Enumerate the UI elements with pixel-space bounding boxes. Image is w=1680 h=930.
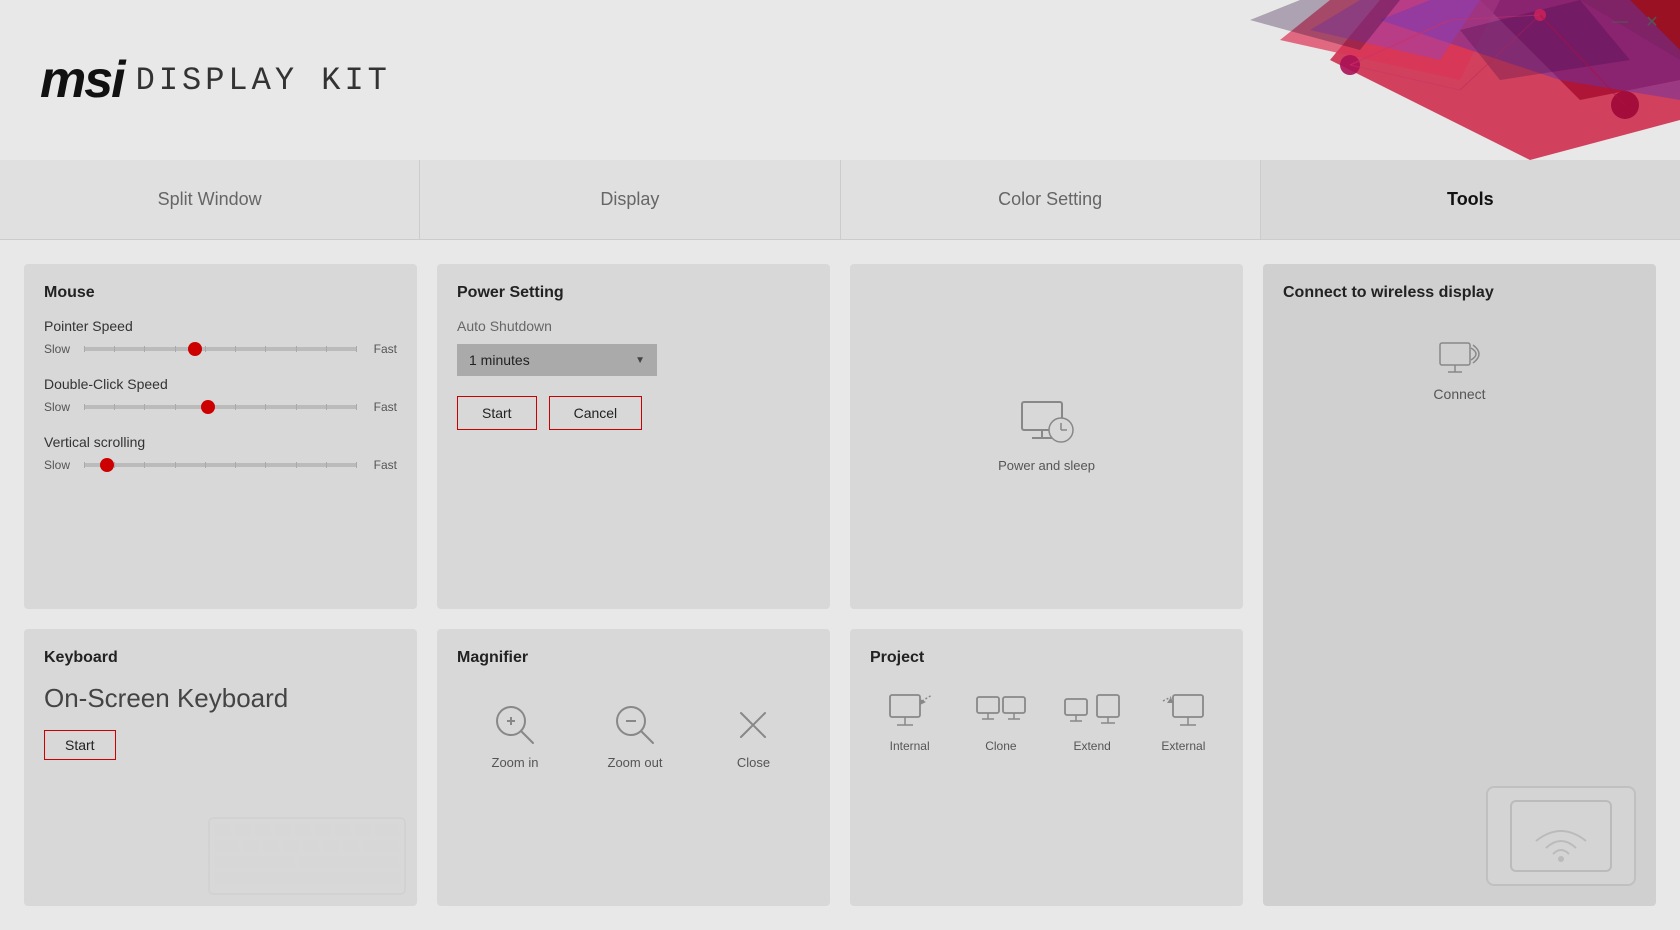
- vertical-scrolling-thumb[interactable]: [100, 458, 114, 472]
- power-btn-row: Start Cancel: [457, 396, 810, 430]
- vertical-scrolling-fast: Fast: [367, 458, 397, 472]
- zoom-in-label: Zoom in: [492, 755, 539, 770]
- keyboard-card: Keyboard On-Screen Keyboard Start: [24, 629, 417, 907]
- nav-tabs: Split Window Display Color Setting Tools: [0, 160, 1680, 240]
- mouse-card: Mouse Pointer Speed Slow: [24, 264, 417, 609]
- connect-label: Connect: [1433, 386, 1485, 402]
- vertical-scrolling-row: Slow Fast: [44, 458, 397, 472]
- dropdown-arrow-icon: ▼: [635, 355, 645, 366]
- project-card-title: Project: [870, 649, 1223, 667]
- magnifier-card: Magnifier Zoom in Zoom out: [437, 629, 830, 907]
- project-clone-label: Clone: [985, 739, 1016, 753]
- project-extend-label: Extend: [1073, 739, 1110, 753]
- connect-area: Connect: [1283, 318, 1636, 422]
- power-cancel-button[interactable]: Cancel: [549, 396, 643, 430]
- zoom-in-icon: [493, 703, 537, 747]
- pointer-speed-label: Pointer Speed: [44, 318, 397, 334]
- on-screen-keyboard-label: On-Screen Keyboard: [44, 683, 397, 714]
- wireless-tablet-icon: [1501, 796, 1621, 876]
- tab-tools[interactable]: Tools: [1261, 160, 1680, 239]
- double-click-speed-slow: Slow: [44, 400, 74, 414]
- project-extend-icon: [1063, 693, 1121, 731]
- main-content: Mouse Pointer Speed Slow: [0, 240, 1680, 930]
- magnifier-close-label: Close: [737, 755, 770, 770]
- magnifier-icons: Zoom in Zoom out Close: [457, 683, 810, 790]
- magnifier-close-button[interactable]: Close: [731, 703, 775, 770]
- wireless-display-icon: [1435, 338, 1485, 378]
- double-click-speed-track[interactable]: [84, 405, 357, 409]
- wireless-tablet-box: [1486, 786, 1636, 886]
- tab-split-window[interactable]: Split Window: [0, 160, 420, 239]
- tab-display[interactable]: Display: [420, 160, 840, 239]
- project-internal-icon: [886, 693, 934, 731]
- project-external-label: External: [1161, 739, 1205, 753]
- power-card: Power Setting Auto Shutdown 1 minutes ▼ …: [437, 264, 830, 609]
- project-internal-label: Internal: [890, 739, 930, 753]
- magnifier-card-title: Magnifier: [457, 649, 810, 667]
- pointer-speed-group: Pointer Speed Slow: [44, 318, 397, 356]
- title-bar: — ✕: [1592, 0, 1680, 44]
- vertical-scrolling-slow: Slow: [44, 458, 74, 472]
- zoom-in-button[interactable]: Zoom in: [492, 703, 539, 770]
- logo-msi: msi: [40, 50, 124, 110]
- zoom-out-label: Zoom out: [608, 755, 663, 770]
- pointer-speed-fast: Fast: [367, 342, 397, 356]
- project-icons: Internal Clone: [870, 683, 1223, 763]
- pointer-speed-row: Slow Fast: [44, 342, 397, 356]
- double-click-speed-group: Double-Click Speed Slow: [44, 376, 397, 414]
- project-external-button[interactable]: External: [1153, 693, 1213, 753]
- pointer-speed-slow: Slow: [44, 342, 74, 356]
- auto-shutdown-label: Auto Shutdown: [457, 318, 810, 334]
- auto-shutdown-dropdown[interactable]: 1 minutes ▼: [457, 344, 657, 376]
- magnifier-close-icon: [731, 703, 775, 747]
- header: msi DISPLAY KIT: [0, 0, 1680, 160]
- vertical-scrolling-track[interactable]: [84, 463, 357, 467]
- keyboard-start-button[interactable]: Start: [44, 730, 116, 760]
- project-internal-button[interactable]: Internal: [880, 693, 940, 753]
- project-card: Project Internal: [850, 629, 1243, 907]
- double-click-speed-thumb[interactable]: [201, 400, 215, 414]
- mouse-card-title: Mouse: [44, 284, 397, 302]
- keyboard-card-title: Keyboard: [44, 649, 397, 667]
- tab-color-setting[interactable]: Color Setting: [841, 160, 1261, 239]
- header-decoration: [980, 0, 1680, 160]
- tools-card: Connect to wireless display Connect: [1263, 264, 1656, 906]
- tools-connect-label: Connect to wireless display: [1283, 284, 1636, 302]
- project-clone-icon: [975, 693, 1027, 731]
- minimize-button[interactable]: —: [1608, 10, 1632, 34]
- double-click-speed-label: Double-Click Speed: [44, 376, 397, 392]
- project-clone-button[interactable]: Clone: [971, 693, 1031, 753]
- double-click-speed-fast: Fast: [367, 400, 397, 414]
- power-sleep-icon: [1017, 400, 1077, 450]
- project-external-icon: [1159, 693, 1207, 731]
- zoom-out-button[interactable]: Zoom out: [608, 703, 663, 770]
- vertical-scrolling-group: Vertical scrolling Slow: [44, 434, 397, 472]
- logo-display-kit: DISPLAY KIT: [136, 62, 391, 99]
- pointer-speed-thumb[interactable]: [188, 342, 202, 356]
- pointer-speed-track[interactable]: [84, 347, 357, 351]
- vertical-scrolling-label: Vertical scrolling: [44, 434, 397, 450]
- power-start-button[interactable]: Start: [457, 396, 537, 430]
- power-sleep-card: Power and sleep: [850, 264, 1243, 609]
- double-click-speed-row: Slow Fast: [44, 400, 397, 414]
- power-sleep-label: Power and sleep: [998, 458, 1095, 473]
- keyboard-image: [207, 816, 407, 896]
- logo-area: msi DISPLAY KIT: [40, 50, 391, 110]
- power-card-title: Power Setting: [457, 284, 810, 302]
- power-sleep-icon-area[interactable]: Power and sleep: [870, 284, 1223, 589]
- project-extend-button[interactable]: Extend: [1062, 693, 1122, 753]
- zoom-out-icon: [613, 703, 657, 747]
- close-button[interactable]: ✕: [1640, 10, 1664, 34]
